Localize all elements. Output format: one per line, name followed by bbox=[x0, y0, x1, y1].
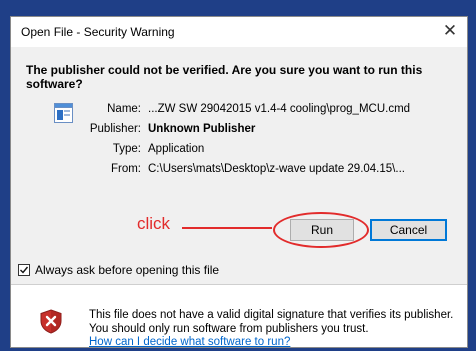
annotation-line bbox=[182, 227, 272, 229]
title-bar[interactable]: Open File - Security Warning ✕ bbox=[11, 17, 467, 47]
annotation-circle bbox=[273, 212, 369, 248]
click-annotation: click bbox=[137, 214, 171, 233]
footer-panel: This file does not have a valid digital … bbox=[11, 285, 467, 348]
window-title: Open File - Security Warning bbox=[21, 25, 175, 39]
always-ask-checkbox[interactable] bbox=[18, 264, 30, 276]
warning-heading: The publisher could not be verified. Are… bbox=[26, 63, 423, 91]
publisher-value: Unknown Publisher bbox=[148, 123, 256, 135]
shield-warning-icon bbox=[40, 309, 62, 334]
help-link[interactable]: How can I decide what software to run? bbox=[89, 336, 290, 348]
name-value: ...ZW SW 29042015 v1.4-4 cooling\prog_MC… bbox=[148, 103, 411, 115]
from-value: C:\Users\mats\Desktop\z-wave update 29.0… bbox=[148, 163, 405, 175]
always-ask-row[interactable]: Always ask before opening this file bbox=[18, 263, 219, 277]
from-label: From: bbox=[110, 163, 141, 175]
cancel-button[interactable]: Cancel bbox=[370, 219, 447, 241]
name-label: Name: bbox=[107, 103, 141, 115]
security-warning-dialog: Open File - Security Warning ✕ The publi… bbox=[10, 16, 468, 348]
cancel-button-label: Cancel bbox=[389, 223, 428, 237]
close-icon[interactable]: ✕ bbox=[439, 20, 461, 42]
always-ask-label: Always ask before opening this file bbox=[35, 263, 220, 277]
checkmark-icon bbox=[20, 266, 29, 274]
type-label: Type: bbox=[112, 143, 141, 155]
publisher-label: Publisher: bbox=[89, 123, 141, 135]
type-value: Application bbox=[148, 143, 205, 155]
warning-text: This file does not have a valid digital … bbox=[89, 309, 454, 335]
